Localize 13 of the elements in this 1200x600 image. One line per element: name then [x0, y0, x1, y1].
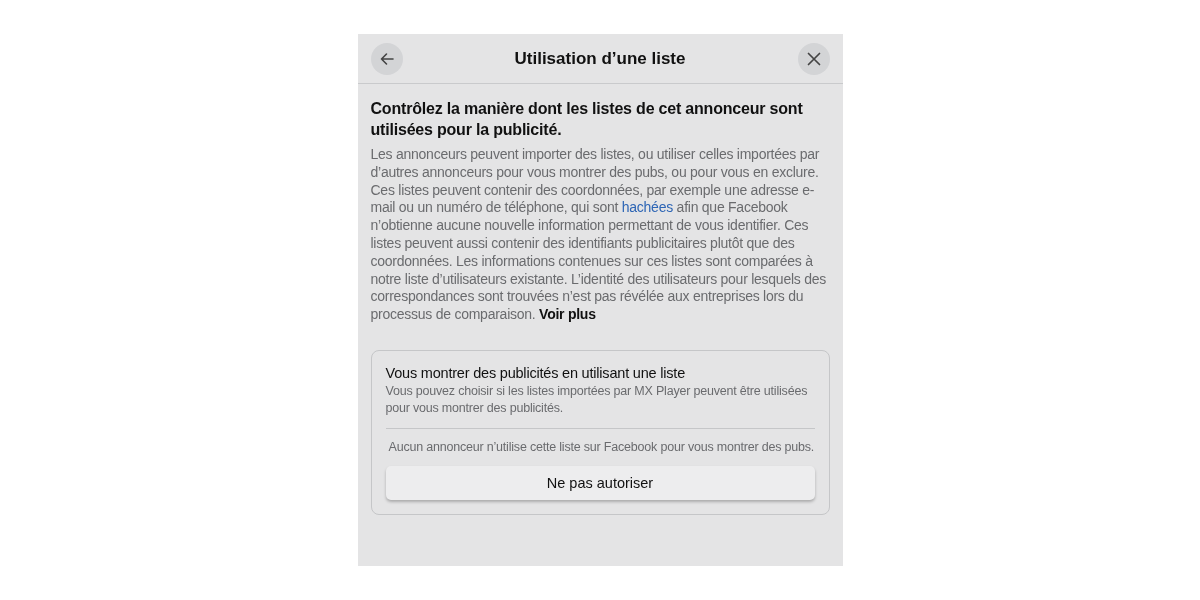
status-text: Aucun annonceur n’utilise cette liste sur Facebook pour vous montrer des pubs.	[387, 438, 815, 456]
close-button[interactable]	[797, 42, 830, 75]
hashed-link[interactable]: hachées	[621, 199, 673, 216]
description-paragraph: Les annonceurs peuvent importer des listes, ou utiliser celles importées par d’autres annonceurs pour vous montrer des pubs, ou pour vous en exclure. Ces listes peuvent contenir des coordonnées, par exemple une adresse e-mail ou un numéro de téléphone, qui sont hachées afin que Facebook n’obtienne aucune nouvelle information permettant de vous identifier. Ces listes peuvent aussi contenir des identifiants publicitaires plutôt que des coordonnées. Les informations contenues sur ces listes sont comparées à notre liste d’utilisateurs existante. L’identité des utilisateurs pour lesquels des correspondances sont trouvées n’est pas révélée aux entreprises lors du processus de comparaison. Voir plus	[370, 146, 828, 324]
card-title: Vous montrer des publicités en utilisant une liste	[385, 364, 686, 381]
see-more-link[interactable]: Voir plus	[539, 306, 596, 323]
card-description: Vous pouvez choisir si les listes importées par MX Player peuvent être utilisées pour vous montrer des publicités.	[385, 382, 809, 417]
close-icon	[805, 50, 822, 67]
deny-button[interactable]: Ne pas autoriser	[385, 465, 815, 500]
back-arrow-icon	[378, 50, 395, 67]
back-button[interactable]	[370, 42, 403, 75]
section-heading: Contrôlez la manière dont les listes de cet annonceur sont utilisées pour la publicité.	[370, 99, 804, 140]
dialog-title: Utilisation d’une liste	[514, 48, 686, 69]
